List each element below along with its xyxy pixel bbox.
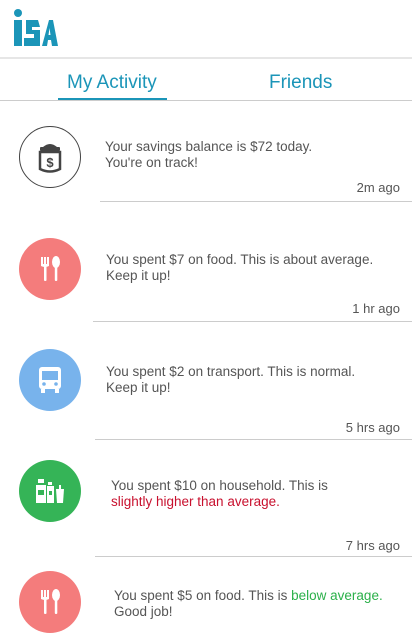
bus-icon — [19, 349, 81, 411]
message-line-1: You spent $7 on food. This is about aver… — [106, 252, 374, 267]
message-line-2: Good job! — [114, 604, 173, 619]
message-positive-text: below average. — [291, 588, 383, 603]
isa-logo[interactable] — [12, 8, 58, 50]
app-header — [0, 0, 412, 58]
message-line-1: You spent $10 on household. This is — [111, 478, 328, 493]
message-line-1: Your savings balance is $72 today. — [105, 139, 313, 154]
message-warning-text: slightly higher than average. — [111, 494, 280, 509]
timestamp: 5 hrs ago — [345, 420, 400, 435]
header-divider — [0, 57, 412, 59]
message-text: You spent $5 on food. This is — [114, 588, 292, 603]
tab-bar: My Activity Friends — [0, 60, 412, 101]
message-line-2: You're on track! — [105, 155, 198, 170]
svg-text:$: $ — [46, 155, 54, 170]
savings-jar-icon: $ — [19, 126, 81, 188]
list-item[interactable]: You spent $7 on food. This is about aver… — [0, 202, 412, 322]
list-item[interactable]: You spent $2 on transport. This is norma… — [0, 322, 412, 440]
fork-spoon-icon — [19, 238, 81, 300]
activity-message: You spent $7 on food. This is about aver… — [106, 252, 396, 284]
list-item[interactable]: You spent $10 on household. This is slig… — [0, 440, 412, 557]
activity-message: Your savings balance is $72 today. You'r… — [105, 139, 395, 171]
tab-friends[interactable]: Friends — [269, 72, 332, 94]
message-line-1: You spent $2 on transport. This is norma… — [106, 364, 356, 379]
activity-message: You spent $5 on food. This is below aver… — [114, 588, 404, 620]
message-line-2: Keep it up! — [106, 268, 171, 283]
message-line-2: Keep it up! — [106, 380, 171, 395]
activity-message: You spent $2 on transport. This is norma… — [106, 364, 396, 396]
message-line-1: You spent $5 on food. This is below aver… — [114, 588, 404, 604]
timestamp: 2m ago — [356, 180, 400, 195]
tab-my-activity[interactable]: My Activity — [67, 72, 157, 94]
list-item[interactable]: $ Your savings balance is $72 today. You… — [0, 101, 412, 202]
timestamp: 1 hr ago — [352, 301, 400, 316]
timestamp: 7 hrs ago — [345, 538, 400, 553]
household-products-icon — [19, 460, 81, 522]
fork-spoon-icon — [19, 571, 81, 633]
activity-message: You spent $10 on household. This is slig… — [111, 478, 401, 510]
